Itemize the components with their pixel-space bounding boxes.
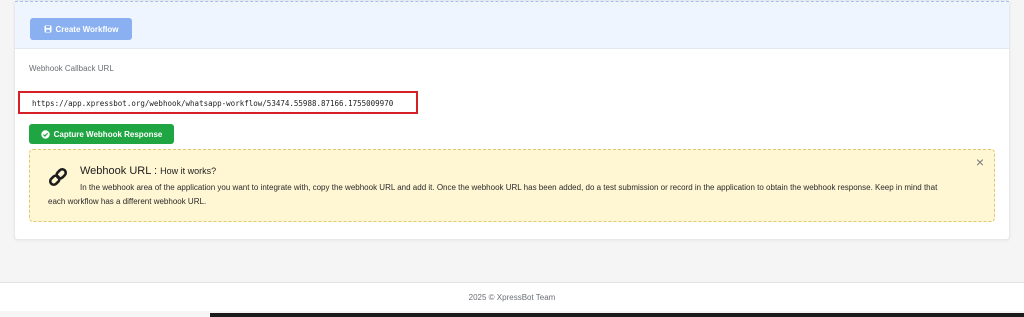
alert-body-line2: each workflow has a different webhook UR…: [48, 197, 207, 206]
alert-body: In the webhook area of the application y…: [48, 181, 990, 209]
webhook-url-field[interactable]: https://app.xpressbot.org/webhook/whatsa…: [18, 91, 418, 114]
alert-title: Webhook URL : How it works?: [80, 165, 216, 177]
webhook-info-alert: Webhook URL : How it works? In the webho…: [29, 149, 995, 222]
alert-title-subtitle: How it works?: [160, 166, 217, 176]
footer-copyright: 2025 © XpressBot Team: [468, 293, 556, 302]
toolbar-band: Create Workflow: [15, 1, 1009, 49]
bottom-bar: [210, 313, 1024, 317]
save-icon: [44, 25, 52, 33]
webhook-callback-label: Webhook Callback URL: [29, 64, 114, 73]
capture-webhook-response-label: Capture Webhook Response: [53, 129, 163, 139]
alert-body-line1: In the webhook area of the application y…: [80, 183, 938, 192]
webhook-url-text[interactable]: https://app.xpressbot.org/webhook/whatsa…: [32, 99, 393, 108]
create-workflow-label: Create Workflow: [55, 24, 119, 34]
capture-webhook-response-button[interactable]: Capture Webhook Response: [29, 124, 174, 144]
footer: 2025 © XpressBot Team: [0, 283, 1024, 311]
workflow-card: Create Workflow Webhook Callback URL htt…: [14, 0, 1010, 240]
link-icon: [47, 166, 69, 188]
alert-title-main: Webhook URL :: [80, 165, 158, 177]
check-circle-icon: [40, 129, 50, 139]
create-workflow-button[interactable]: Create Workflow: [30, 18, 132, 40]
page: Create Workflow Webhook Callback URL htt…: [0, 0, 1024, 317]
close-icon[interactable]: ×: [974, 155, 986, 169]
